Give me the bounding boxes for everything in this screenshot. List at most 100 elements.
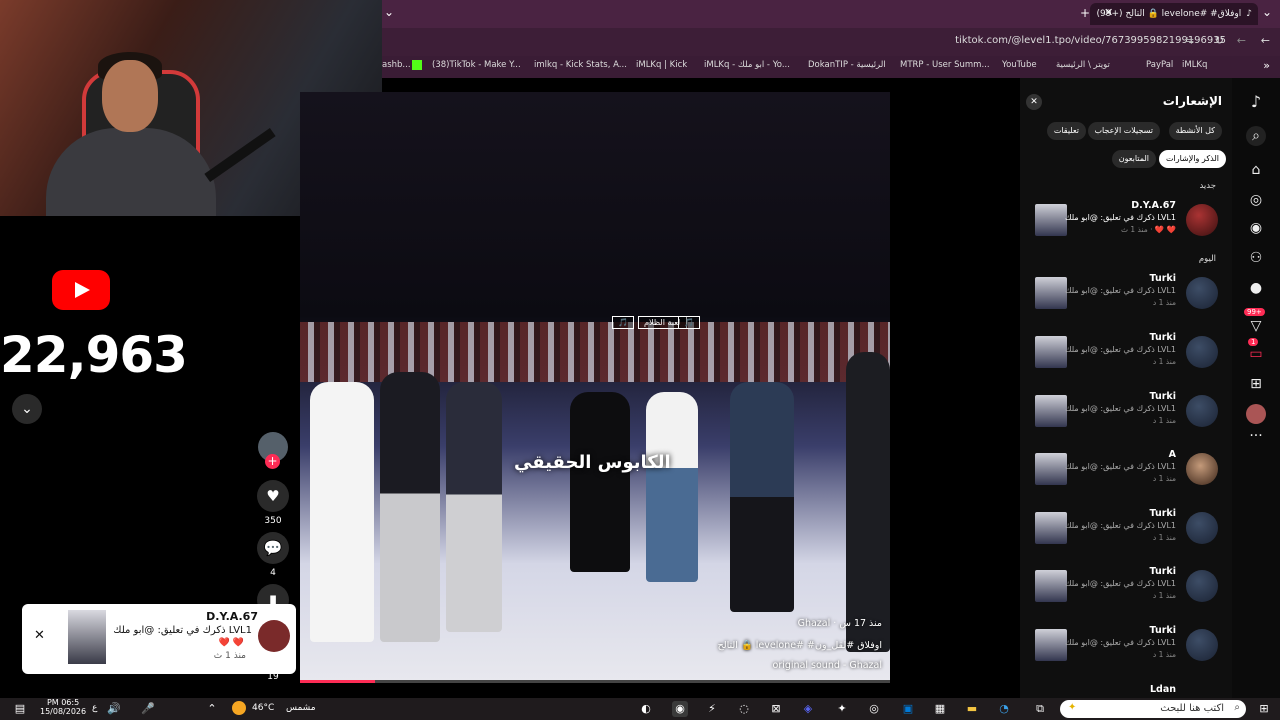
video-progress-bar[interactable]: [300, 680, 890, 683]
video-thumbnail[interactable]: [1035, 512, 1067, 544]
chrome-icon[interactable]: ◉: [672, 701, 688, 717]
edge-icon[interactable]: ◔: [996, 701, 1012, 717]
chrome-icon[interactable]: ◎: [866, 701, 882, 717]
chevron-down-icon[interactable]: ⌄: [384, 5, 394, 19]
weather-temp[interactable]: 46°C: [252, 703, 274, 713]
search-icon[interactable]: ⌕: [1246, 126, 1266, 146]
tab-likes[interactable]: تسجيلات الإعجاب: [1087, 122, 1160, 140]
forward-icon[interactable]: ←: [1237, 34, 1246, 47]
weather-text[interactable]: مشمس: [286, 703, 316, 713]
tab-comments[interactable]: تعليقات: [1046, 122, 1086, 140]
video-thumbnail[interactable]: [1035, 336, 1067, 368]
back-icon[interactable]: ←: [1261, 34, 1270, 47]
app-available-icon[interactable]: ⇋: [1185, 34, 1194, 47]
clock[interactable]: PM 06:5 15/08/2026: [40, 698, 86, 716]
bookmark-item[interactable]: (38)TikTok - Make Y...: [432, 60, 521, 70]
bookmarks-overflow-icon[interactable]: »: [1263, 59, 1270, 72]
bookmark-item[interactable]: ashb...: [382, 60, 411, 70]
profile-avatar-icon[interactable]: [1246, 404, 1266, 424]
outlook-icon[interactable]: ▣: [900, 701, 916, 717]
bookmark-item[interactable]: تويتر \ الرئيسية: [1056, 60, 1110, 70]
video-thumbnail[interactable]: [1035, 453, 1067, 485]
friends-icon[interactable]: ⚇: [1246, 248, 1266, 268]
avatar[interactable]: [1186, 629, 1218, 661]
chevron-down-icon[interactable]: ⌄: [12, 394, 42, 424]
windows-start-icon[interactable]: ⊞: [1256, 701, 1272, 717]
bookmark-item[interactable]: YouTube: [1002, 60, 1037, 70]
home-icon[interactable]: ⌂: [1246, 160, 1266, 180]
notification-item[interactable]: Turki ذكرك في تعليق: @ابو ملك LVL1 منذ 1…: [1020, 271, 1232, 319]
live-icon[interactable]: ●: [1246, 278, 1266, 298]
app-icon[interactable]: ✦: [834, 701, 850, 717]
notification-time: منذ 1 د: [1152, 416, 1176, 425]
language-indicator[interactable]: ع: [92, 703, 97, 713]
volume-icon[interactable]: 🔊: [106, 701, 122, 717]
notification-item[interactable]: Turki ذكرك في تعليق: @ابو ملك LVL1 منذ 1…: [1020, 389, 1232, 437]
avatar[interactable]: [1186, 204, 1218, 236]
store-icon[interactable]: ▦: [932, 701, 948, 717]
address-bar[interactable]: tiktok.com/@level1.tpo/video/76739959821…: [382, 28, 1280, 56]
tab-search-chevron-icon[interactable]: ⌄: [1262, 5, 1272, 19]
video-author[interactable]: Ghazal · منذ 17 س: [798, 618, 882, 629]
folder-icon[interactable]: ▬: [964, 701, 980, 717]
avatar[interactable]: [1186, 512, 1218, 544]
like-icon[interactable]: ♥: [257, 480, 289, 512]
app-icon[interactable]: ⚡: [704, 701, 720, 717]
notification-item[interactable]: Turki ذكرك في تعليق: @ابو ملك LVL1 منذ 1…: [1020, 506, 1232, 554]
video-thumbnail[interactable]: [1035, 204, 1067, 236]
avatar[interactable]: [1186, 570, 1218, 602]
notification-center-icon[interactable]: ▤: [12, 701, 28, 717]
tab-all-activity[interactable]: كل الأنشطة: [1168, 122, 1222, 140]
video-thumbnail[interactable]: [1035, 629, 1067, 661]
notification-item[interactable]: Turki ذكرك في تعليق: @ابو ملك LVL1 منذ 1…: [1020, 330, 1232, 378]
tiktok-logo-icon[interactable]: ♪: [1246, 92, 1266, 112]
avatar[interactable]: [1186, 277, 1218, 309]
more-icon[interactable]: ···: [1246, 426, 1266, 446]
search-input[interactable]: اكتب هنا للبحث ⌕ ✦: [1060, 700, 1246, 718]
following-icon[interactable]: ◉: [1246, 218, 1266, 238]
avatar[interactable]: [1186, 395, 1218, 427]
bookmark-item[interactable]: iMLKq | Kick: [636, 60, 687, 70]
explore-icon[interactable]: ◎: [1246, 190, 1266, 210]
notification-item[interactable]: A ذكرك في تعليق: @ابو ملك LVL1 منذ 1 د: [1020, 447, 1232, 495]
active-tab[interactable]: (99+) التالح 🔒 levelone# #اوفلاق ♪: [1090, 3, 1258, 25]
bookmark-item[interactable]: iMLKq: [1182, 60, 1207, 70]
toast-close-icon[interactable]: ✕: [34, 628, 45, 643]
new-tab-button[interactable]: +: [1080, 6, 1090, 20]
bookmark-item[interactable]: MTRP - User Summ...: [900, 60, 990, 70]
bookmark-item[interactable]: PayPal: [1146, 60, 1173, 70]
video-thumbnail[interactable]: [1035, 570, 1067, 602]
task-view-icon[interactable]: ⧉: [1032, 701, 1048, 717]
app-icon[interactable]: ◌: [736, 701, 752, 717]
upload-icon[interactable]: ⊞: [1246, 374, 1266, 394]
tab-close-icon[interactable]: ✕: [1104, 6, 1113, 19]
mention-toast[interactable]: ✕ D.Y.A.67 ذكرك في تعليق: @ابو ملك LVL1 …: [22, 604, 296, 674]
video-thumbnail[interactable]: [1035, 395, 1067, 427]
video-sound[interactable]: original sound - Ghazal: [773, 660, 882, 671]
bookmark-item[interactable]: DokanTIP - الرئيسية: [808, 60, 886, 70]
discord-icon[interactable]: ◈: [800, 701, 816, 717]
reload-icon[interactable]: ↻: [1215, 34, 1224, 47]
comment-icon[interactable]: 💬: [257, 532, 289, 564]
close-icon[interactable]: ✕: [1026, 94, 1042, 110]
notification-item[interactable]: Turki ذكرك في تعليق: @ابو ملك LVL1 منذ 1…: [1020, 623, 1232, 671]
avatar[interactable]: [1186, 453, 1218, 485]
microphone-icon[interactable]: 🎤: [140, 701, 156, 717]
tab-mentions[interactable]: الذكر والإشارات: [1158, 150, 1226, 168]
notification-item[interactable]: Ldan: [1020, 682, 1232, 698]
steam-icon[interactable]: ◐: [638, 701, 654, 717]
show-hidden-icons[interactable]: ⌃: [204, 701, 220, 717]
toast-thumbnail[interactable]: [68, 610, 106, 664]
app-icon[interactable]: ⊠: [768, 701, 784, 717]
notification-item[interactable]: D.Y.A.67 ذكرك في تعليق: @ابو ملك LVL1 من…: [1020, 198, 1232, 246]
bookmark-item[interactable]: iMLKq - ابو ملك - Yo...: [704, 60, 790, 70]
inbox-icon[interactable]: ▽: [1246, 316, 1266, 336]
video-player[interactable]: 🎵 لعبة الظلام 🎵 الكابوس الحقيقي Ghazal ·…: [300, 92, 890, 682]
follow-plus-icon[interactable]: +: [265, 454, 280, 469]
notification-item[interactable]: Turki ذكرك في تعليق: @ابو ملك LVL1 منذ 1…: [1020, 564, 1232, 612]
video-thumbnail[interactable]: [1035, 277, 1067, 309]
avatar[interactable]: [1186, 336, 1218, 368]
messages-icon[interactable]: ▭: [1246, 344, 1266, 364]
tab-followers[interactable]: المتابعون: [1111, 150, 1156, 168]
bookmark-item[interactable]: imlkq - Kick Stats, A...: [534, 60, 627, 70]
